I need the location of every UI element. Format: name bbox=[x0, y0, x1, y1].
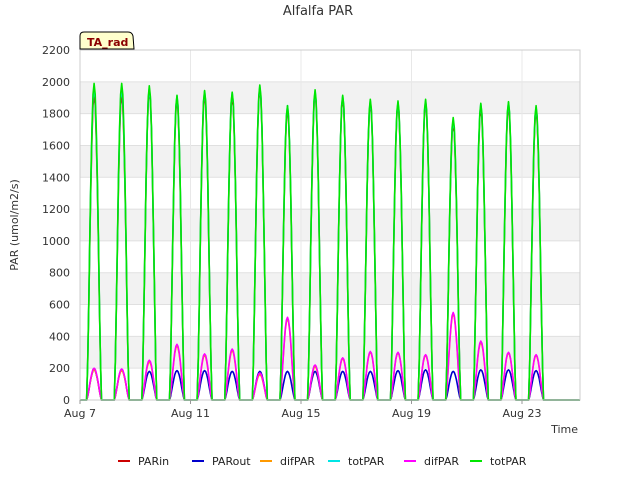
grid-band bbox=[80, 81, 580, 114]
chart-title: Alfalfa PAR bbox=[283, 4, 353, 19]
badge-label: TA_rad bbox=[87, 36, 128, 49]
y-tick-label: 0 bbox=[63, 394, 70, 407]
ta-rad-badge: TA_rad bbox=[79, 31, 135, 50]
x-tick-label: Aug 23 bbox=[502, 407, 541, 420]
y-tick-label: 200 bbox=[49, 362, 70, 375]
legend-label: totPAR bbox=[348, 455, 385, 468]
x-axis-label: Time bbox=[550, 423, 578, 436]
legend-label: totPAR bbox=[490, 455, 527, 468]
x-tick-label: Aug 7 bbox=[64, 407, 96, 420]
legend-label: PARin bbox=[138, 455, 169, 468]
legend-label: difPAR bbox=[280, 455, 315, 468]
y-tick-label: 400 bbox=[49, 330, 70, 343]
y-tick-label: 1000 bbox=[42, 235, 70, 248]
y-tick-label: 2200 bbox=[42, 44, 70, 57]
x-axis: Aug 7 Aug 11 Aug 15 Aug 19 Aug 23 bbox=[64, 400, 541, 420]
y-tick-label: 2000 bbox=[42, 76, 70, 89]
legend-label: difPAR bbox=[424, 455, 459, 468]
x-tick-label: Aug 15 bbox=[282, 407, 321, 420]
chart-canvas: Alfalfa PAR 0 200 400 600 800 1000 1200 1400 160… bbox=[8, 4, 581, 468]
y-tick-label: 1600 bbox=[42, 139, 70, 152]
y-tick-label: 600 bbox=[49, 299, 70, 312]
y-axis-label: PAR (umol/m2/s) bbox=[8, 179, 21, 271]
y-axis: 0 200 400 600 800 1000 1200 1400 1600 1800 2000 220… bbox=[42, 44, 70, 407]
x-tick-label: Aug 11 bbox=[171, 407, 210, 420]
legend: PARin PARout difPAR totPAR difPAR totPAR bbox=[118, 455, 527, 468]
y-tick-label: 1800 bbox=[42, 108, 70, 121]
y-tick-label: 1200 bbox=[42, 203, 70, 216]
x-tick-label: Aug 19 bbox=[392, 407, 431, 420]
legend-label: PARout bbox=[212, 455, 251, 468]
y-tick-label: 1400 bbox=[42, 171, 70, 184]
y-tick-label: 800 bbox=[49, 267, 70, 280]
